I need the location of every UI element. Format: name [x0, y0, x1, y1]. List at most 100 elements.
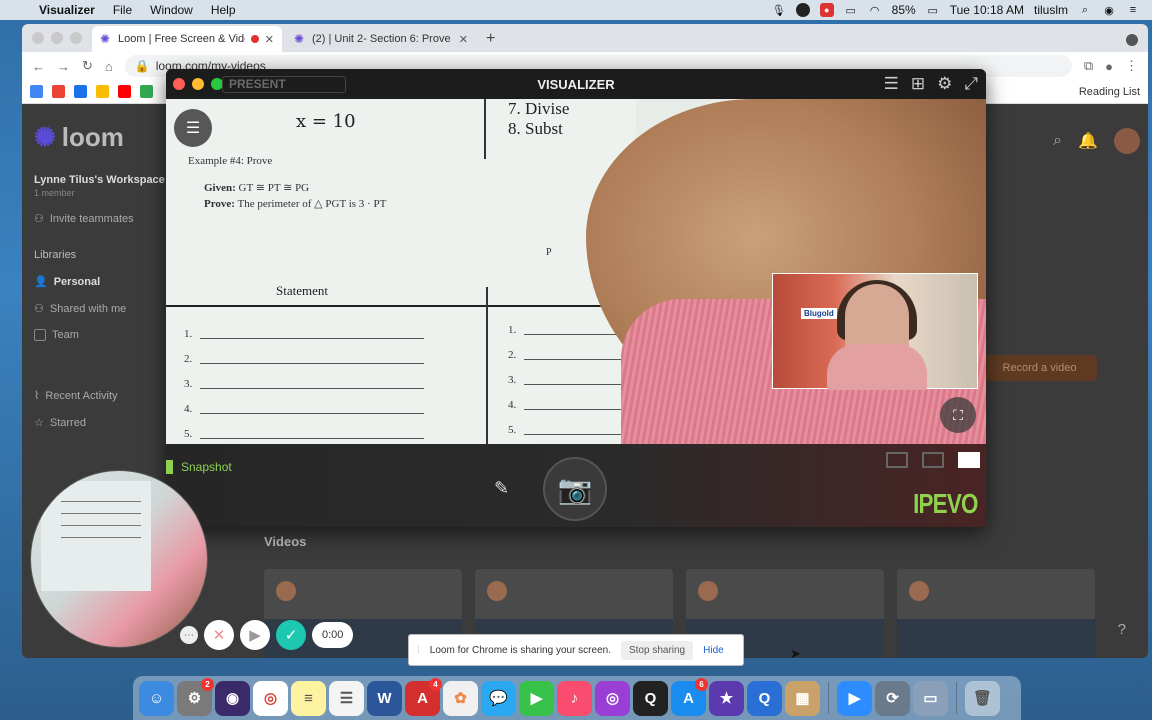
chrome-menu-icon[interactable]: ⋮ [1125, 58, 1138, 74]
app-store-icon[interactable]: A6 [671, 677, 708, 716]
appstore-badge: 6 [695, 677, 708, 691]
add-icon[interactable]: ⊞ [911, 74, 925, 94]
invite-teammates-link[interactable]: ⚇ Invite teammates [34, 212, 174, 226]
new-tab-button[interactable]: + [476, 30, 505, 52]
loom-favicon-icon: ✺ [100, 32, 111, 46]
spotlight-search-icon[interactable]: ⌕ [1078, 4, 1092, 16]
gmail-bookmark-icon[interactable] [52, 85, 65, 98]
preview-icon[interactable]: ▭ [913, 680, 948, 716]
menu-help[interactable]: Help [202, 3, 245, 17]
annotate-pen-icon[interactable]: ✎ [494, 478, 509, 499]
video-card[interactable] [897, 569, 1095, 658]
sidebar-item-starred[interactable]: ☆ Starred [34, 416, 174, 430]
search-icon[interactable]: ⌕ [1053, 132, 1062, 150]
podcasts-icon[interactable]: ◎ [595, 680, 630, 716]
maps-bookmark-icon[interactable] [140, 85, 153, 98]
list-item: 5. [184, 421, 425, 444]
back-icon[interactable]: ← [32, 59, 45, 74]
list-item: 2. [184, 346, 425, 371]
trash-icon[interactable]: 🗑 [965, 680, 1000, 716]
acrobat-icon[interactable]: A4 [405, 677, 442, 716]
facetime-icon[interactable]: ▶ [519, 680, 554, 716]
finder-icon[interactable]: ☺ [139, 680, 174, 716]
tab-unit2[interactable]: ✺ (2) | Unit 2- Section 6: Prove S ✕ [286, 26, 476, 52]
google-bookmark-icon[interactable] [30, 85, 43, 98]
reload-icon[interactable]: ↻ [82, 58, 93, 74]
zoom-icon[interactable]: ▶ [837, 680, 872, 716]
messages-icon[interactable]: 💬 [481, 680, 516, 716]
control-center-icon[interactable]: ≡ [1126, 4, 1140, 16]
imovie-icon[interactable]: ★ [709, 680, 744, 716]
maximize-window-button[interactable] [70, 32, 82, 44]
camera-status-icon[interactable] [795, 3, 810, 17]
record-video-button[interactable]: Record a video [982, 355, 1097, 381]
forward-icon[interactable]: → [57, 59, 70, 74]
quicktime-icon[interactable]: Q [633, 680, 668, 716]
sheet-line [61, 537, 141, 538]
reminders-icon[interactable]: ☰ [329, 680, 364, 716]
close-tab-icon[interactable]: ✕ [459, 33, 468, 46]
tab-search-icon[interactable] [1126, 34, 1138, 46]
photos-icon[interactable]: ✿ [443, 680, 478, 716]
classroom-bookmark-icon[interactable] [74, 85, 87, 98]
close-tab-icon[interactable]: ✕ [265, 33, 274, 46]
extensions-icon[interactable]: ⧉ [1084, 58, 1093, 74]
home-icon[interactable]: ⌂ [105, 59, 113, 74]
gear-icon[interactable]: ⚙ [937, 74, 952, 94]
microphone-icon[interactable]: 🎙 [772, 4, 786, 17]
row-number: 1. [508, 323, 517, 336]
fullscreen-icon[interactable]: ⤢ [964, 74, 978, 94]
hide-button[interactable]: Hide [703, 645, 724, 656]
menu-window[interactable]: Window [141, 3, 202, 17]
minimize-window-button[interactable] [51, 32, 63, 44]
wifi-icon[interactable]: ◠ [868, 4, 882, 17]
menu-file[interactable]: File [104, 3, 141, 17]
document-menu-icon[interactable]: ☰ [174, 109, 212, 147]
sidebar-item-shared[interactable]: ⚇ Shared with me [34, 302, 174, 316]
archive-icon[interactable]: ▦ [785, 680, 820, 716]
word-icon[interactable]: W [367, 680, 402, 716]
sidebar-item-personal[interactable]: 👤 Personal [34, 275, 174, 289]
battery-icon[interactable]: ▭ [926, 4, 940, 17]
list-icon[interactable]: ☰ [884, 74, 899, 94]
quicktime-player-icon[interactable]: Q [747, 680, 782, 716]
reading-list-button[interactable]: Reading List [1079, 86, 1140, 98]
camera-capture-button[interactable]: 📷 [543, 457, 607, 521]
profile-avatar[interactable]: ● [1105, 59, 1113, 74]
layout-pip-icon[interactable] [958, 452, 980, 468]
user-name[interactable]: tiluslm [1034, 3, 1068, 17]
chrome-icon[interactable]: ◎ [253, 680, 288, 716]
siri-icon[interactable]: ◉ [1102, 4, 1116, 17]
menu-app-name[interactable]: Visualizer [30, 3, 104, 17]
cancel-recording-button[interactable]: ✕ [204, 620, 234, 650]
recording-status-icon[interactable]: ● [819, 3, 834, 17]
music-icon[interactable]: ♪ [557, 680, 592, 716]
notification-bell-icon[interactable]: 🔔 [1078, 131, 1098, 151]
snapshot-indicator[interactable]: Snapshot [166, 460, 232, 474]
avatar[interactable] [1114, 128, 1140, 154]
finish-recording-button[interactable]: ✓ [276, 620, 306, 650]
drag-handle-icon[interactable]: ⁞ [417, 645, 420, 656]
close-window-button[interactable] [32, 32, 44, 44]
more-options-icon[interactable]: ⋯ [180, 626, 198, 644]
youtube-bookmark-icon[interactable] [118, 85, 131, 98]
sidebar-item-recent[interactable]: ⌇ Recent Activity [34, 389, 174, 403]
siri-icon[interactable]: ◉ [215, 680, 250, 716]
sidebar-item-team[interactable]: Team [34, 329, 174, 341]
webcam-pip[interactable]: Blugold [772, 273, 978, 390]
pause-recording-button[interactable]: ▶ [240, 620, 270, 650]
airplay-icon[interactable]: ▭ [844, 4, 858, 17]
system-preferences-icon[interactable]: ⚙ 2 [177, 677, 214, 716]
autofocus-icon[interactable]: ⛶ [940, 397, 976, 433]
tab-loom[interactable]: ✺ Loom | Free Screen & Vide ✕ [92, 26, 282, 52]
drive-bookmark-icon[interactable] [96, 85, 109, 98]
stop-sharing-button[interactable]: Stop sharing [620, 640, 694, 660]
layout-single-icon[interactable] [886, 452, 908, 468]
layout-split-icon[interactable] [922, 452, 944, 468]
help-icon[interactable]: ? [1118, 621, 1126, 638]
notes-icon[interactable]: ≡ [291, 680, 326, 716]
clock[interactable]: Tue 10:18 AM [950, 3, 1024, 17]
loom-logo[interactable]: ✺ loom [34, 122, 124, 153]
workspace-name[interactable]: Lynne Tilus's Workspace [34, 174, 174, 186]
visualizer-app-icon[interactable]: ⟳ [875, 680, 910, 716]
